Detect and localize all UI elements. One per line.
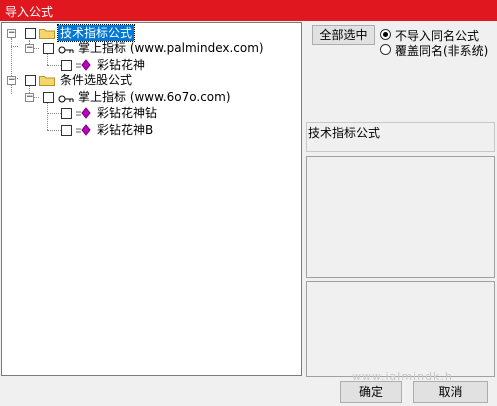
folder-icon (39, 74, 55, 90)
radio-skip-duplicates[interactable] (380, 29, 391, 40)
select-all-button[interactable]: 全部选中 (312, 25, 375, 45)
formula-tree[interactable]: − 技术指标公式 − 掌上指标 (www.palmindex.com) 彩钻花神… (1, 22, 302, 376)
cancel-label: 取消 (438, 385, 463, 399)
tree-node-label[interactable]: 技术指标公式 (56, 24, 136, 42)
collapse-toggle[interactable]: − (25, 93, 34, 102)
info-panel: 技术指标公式 (306, 122, 495, 152)
ok-button[interactable]: 确定 (340, 381, 402, 403)
tree-node-root1-leaf[interactable]: 彩钻花神 (2, 57, 302, 73)
formula-gem-icon (76, 107, 96, 123)
cancel-button[interactable]: 取消 (413, 381, 488, 403)
tree-node-label[interactable]: 彩钻花神B (97, 122, 153, 138)
title-bar: 导入公式 (0, 0, 497, 21)
formula-gem-icon (76, 124, 96, 140)
tree-node-root2[interactable]: − 条件选股公式 (2, 72, 302, 88)
checkbox[interactable] (25, 28, 36, 39)
tree-node-root1[interactable]: − 技术指标公式 (2, 24, 302, 42)
checkbox[interactable] (61, 108, 72, 119)
tree-node-root2-leaf2[interactable]: 彩钻花神B (2, 122, 302, 138)
tree-node-label-text: 掌上指标 (www.palmindex.com) (78, 41, 264, 55)
radio-overwrite-duplicates[interactable] (380, 44, 391, 55)
tree-node-label-text: 掌上指标 (www.6o7o.com) (78, 90, 231, 104)
tree-node-label[interactable]: 彩钻花神 (97, 57, 145, 73)
tree-node-label[interactable]: 掌上指标 (www.palmindex.com) (78, 40, 264, 56)
tree-node-label[interactable]: 彩钻花神钻 (97, 105, 157, 121)
collapse-toggle[interactable]: − (25, 44, 34, 53)
checkbox[interactable] (25, 75, 36, 86)
window-title: 导入公式 (5, 5, 54, 19)
ok-label: 确定 (358, 385, 383, 399)
tree-node-label[interactable]: 条件选股公式 (60, 72, 132, 88)
collapse-toggle[interactable]: − (7, 76, 16, 85)
radio-overwrite-duplicates-label[interactable]: 覆盖同名(非系统) (395, 42, 488, 59)
description-panel (306, 156, 495, 278)
checkbox[interactable] (43, 43, 54, 54)
checkbox[interactable] (61, 60, 72, 71)
checkbox[interactable] (43, 92, 54, 103)
select-all-label: 全部选中 (319, 28, 368, 42)
collapse-toggle[interactable]: − (7, 29, 16, 38)
detail-panel (306, 281, 495, 377)
info-label: 技术指标公式 (308, 126, 381, 140)
checkbox[interactable] (61, 125, 72, 136)
tree-node-label[interactable]: 掌上指标 (www.6o7o.com) (78, 89, 231, 105)
tree-node-root2-leaf1[interactable]: 彩钻花神钻 (2, 105, 302, 121)
tree-node-root2-child[interactable]: − 掌上指标 (www.6o7o.com) (2, 89, 302, 105)
tree-node-root1-child[interactable]: − 掌上指标 (www.palmindex.com) (2, 40, 302, 56)
